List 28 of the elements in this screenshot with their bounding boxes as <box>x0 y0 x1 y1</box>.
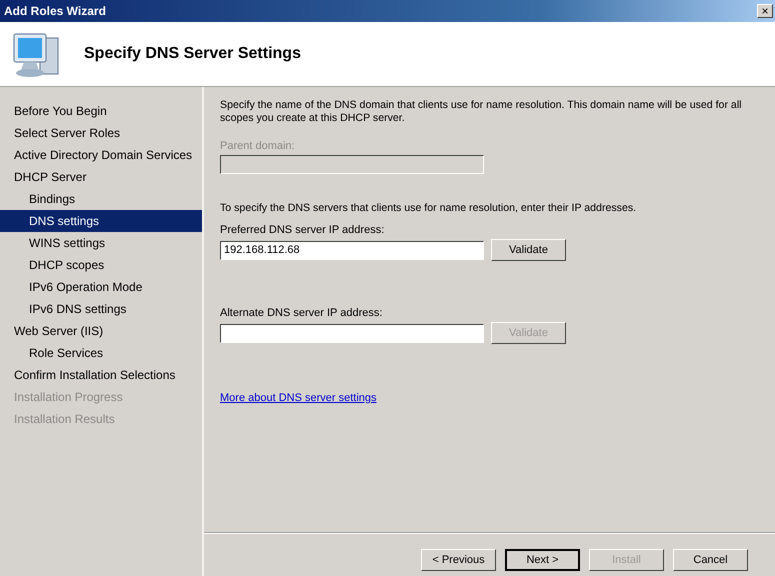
sidebar-item[interactable]: DHCP Server <box>0 166 202 188</box>
wizard-button[interactable]: Cancel <box>673 548 748 570</box>
sidebar-item[interactable]: Role Services <box>0 342 202 364</box>
wizard-button[interactable]: Next > <box>505 548 580 570</box>
field-label: Preferred DNS server IP address: <box>220 224 386 236</box>
sidebar-item[interactable]: Confirm Installation Selections <box>0 364 202 386</box>
window-title: Add Roles Wizard <box>4 4 106 18</box>
page-title: Specify DNS Server Settings <box>84 45 301 63</box>
intro-text: Specify the name of the DNS domain that clients use for name resolution. This domain name will be used for all scopes you create at this DHCP server. <box>220 99 743 125</box>
sidebar-item[interactable]: IPv6 Operation Mode <box>0 276 202 298</box>
validate-button[interactable]: Validate <box>491 239 566 261</box>
field-label: Parent domain: <box>220 140 296 152</box>
sidebar-item[interactable]: WINS settings <box>0 232 202 254</box>
sidebar-item[interactable]: DNS settings <box>0 210 202 232</box>
field-label: Alternate DNS server IP address: <box>220 307 384 319</box>
sidebar-item[interactable]: Active Directory Domain Services <box>0 144 202 166</box>
alternate-dns-field[interactable] <box>220 324 484 342</box>
sidebar-item[interactable]: Select Server Roles <box>0 122 202 144</box>
help-link[interactable]: More about DNS server settings <box>220 392 377 404</box>
preferred-dns-field[interactable]: 192.168.112.68 <box>220 240 484 260</box>
close-button[interactable]: × <box>757 4 773 18</box>
sidebar-item[interactable]: Bindings <box>0 188 202 210</box>
sidebar-item[interactable]: Before You Begin <box>0 100 202 122</box>
wizard-button[interactable]: < Previous <box>421 548 496 570</box>
sidebar-item[interactable]: DHCP scopes <box>0 254 202 276</box>
sidebar-item[interactable]: IPv6 DNS settings <box>0 298 202 320</box>
sidebar-item[interactable]: Web Server (IIS) <box>0 320 202 342</box>
instruction-text: To specify the DNS servers that clients use for name resolution, enter their IP addresses. <box>220 202 638 215</box>
